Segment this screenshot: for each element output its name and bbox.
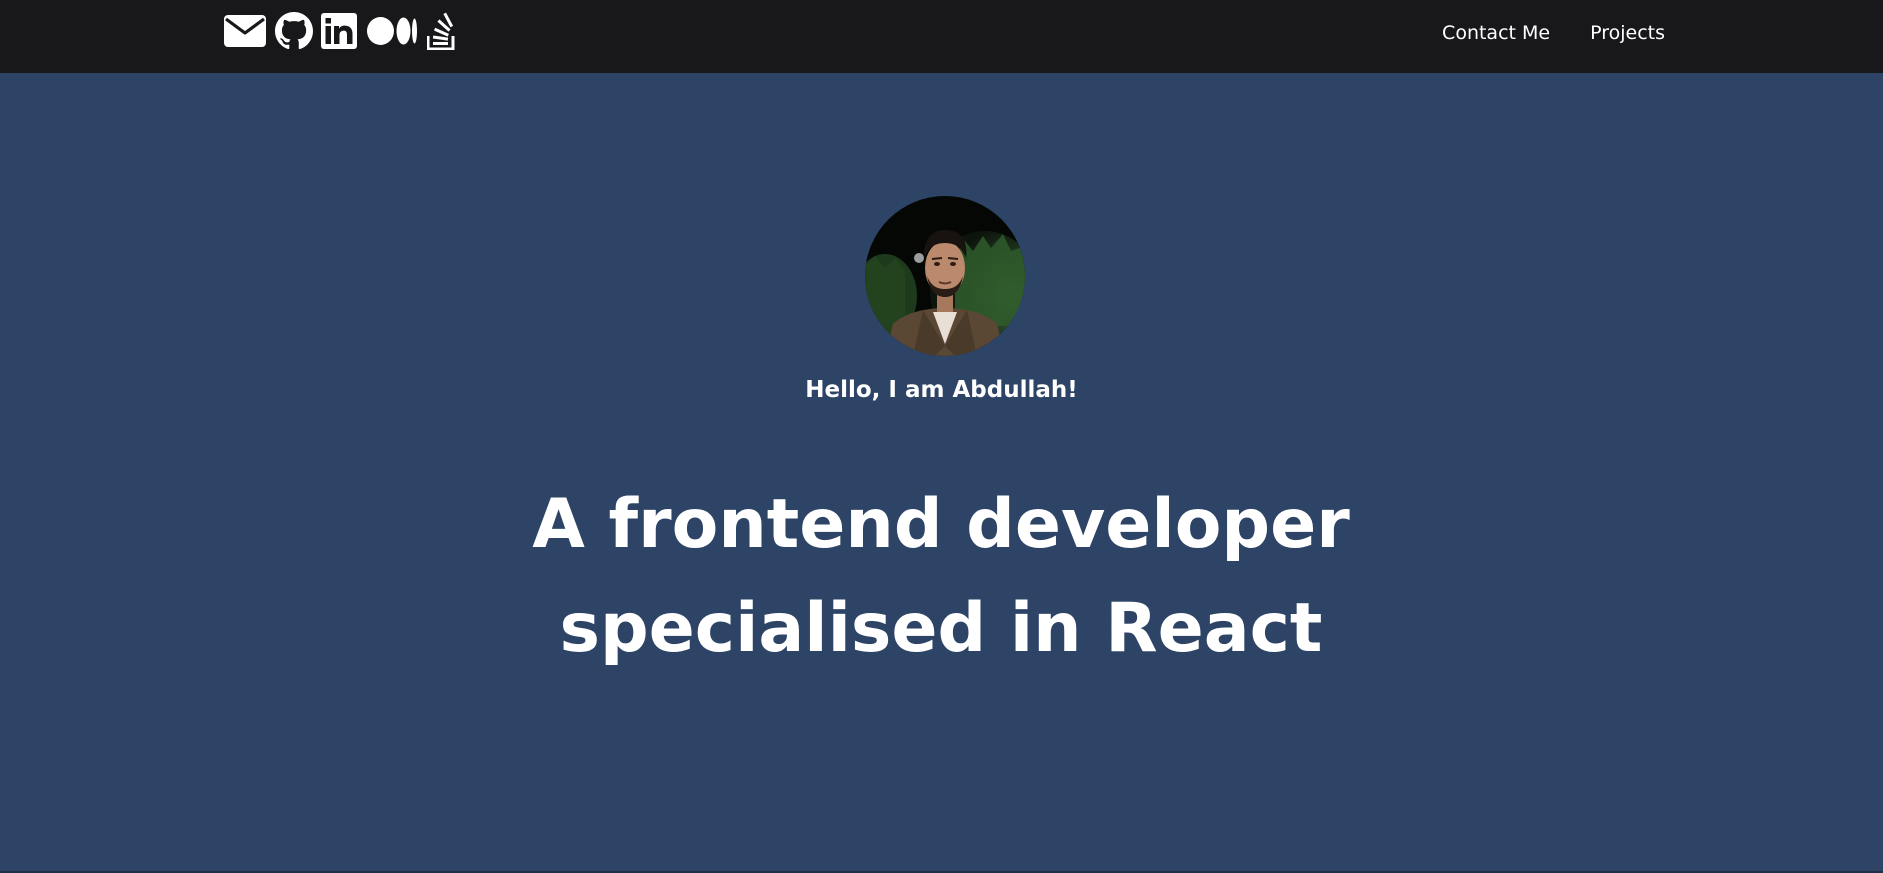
social-links (224, 12, 457, 50)
top-navbar: Contact Me Projects (0, 0, 1883, 73)
envelope-icon (224, 15, 266, 47)
hero-headline: A frontend developer specialised in Reac… (441, 473, 1441, 681)
hero-section: Hello, I am Abdullah! A frontend develop… (0, 73, 1883, 873)
headline-line-2: specialised in React (559, 589, 1323, 668)
email-link[interactable] (224, 14, 266, 48)
headline-line-1: A frontend developer (532, 485, 1350, 564)
contact-me-link[interactable]: Contact Me (1442, 22, 1550, 44)
github-link[interactable] (275, 12, 313, 50)
projects-link[interactable]: Projects (1590, 22, 1665, 44)
greeting-text: Hello, I am Abdullah! (805, 377, 1078, 403)
medium-link[interactable] (367, 16, 417, 46)
profile-photo (865, 196, 1025, 356)
github-icon (275, 12, 313, 50)
nav-links: Contact Me Projects (1442, 0, 1665, 66)
medium-icon (367, 17, 417, 45)
stackoverflow-link[interactable] (427, 12, 457, 50)
linkedin-link[interactable] (321, 13, 357, 49)
profile-avatar (865, 196, 1025, 356)
stackoverflow-icon (427, 12, 455, 50)
linkedin-icon (321, 13, 357, 49)
